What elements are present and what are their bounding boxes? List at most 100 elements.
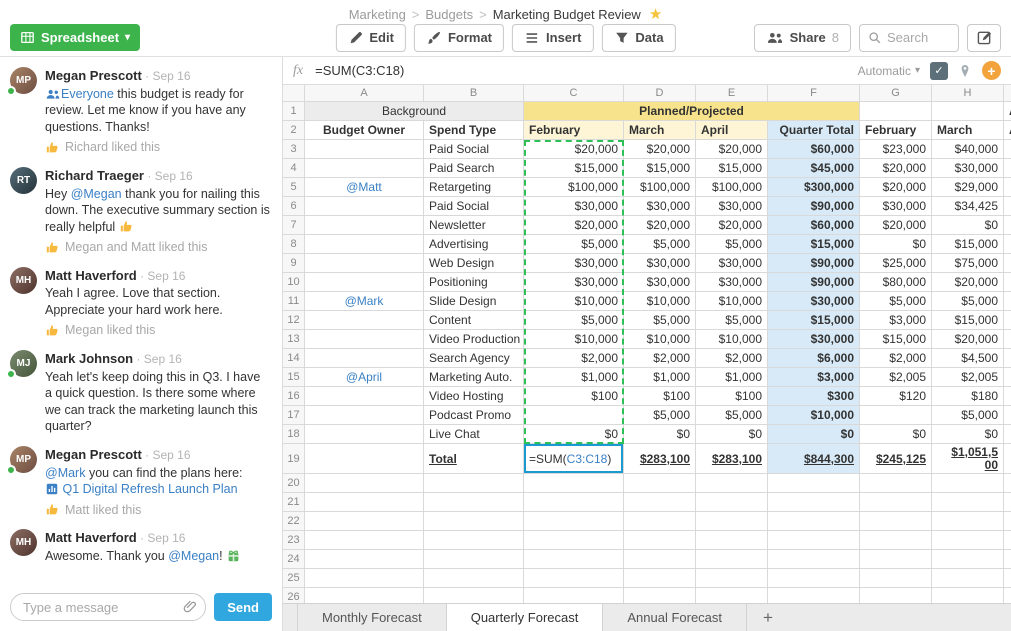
total-actual-march[interactable]: $1,051,500	[932, 444, 1004, 474]
column-header-B[interactable]: B	[424, 85, 524, 102]
cell-spend-type-13[interactable]: Video Production	[424, 330, 524, 349]
cell-actual-march-4[interactable]: $30,000	[932, 159, 1004, 178]
cell-spend-type-15[interactable]: Marketing Auto.	[424, 368, 524, 387]
column-header-G[interactable]: G	[860, 85, 932, 102]
mention-link[interactable]: @Megan	[168, 549, 219, 563]
cell-april-4[interactable]: $15,000	[696, 159, 768, 178]
cell-empty[interactable]	[860, 493, 932, 512]
group-header-planned-projected[interactable]: Planned/Projected	[524, 102, 860, 121]
row-header-6[interactable]: 6	[283, 197, 305, 216]
cell-february-3[interactable]: $20,000	[524, 140, 624, 159]
cell-owner-17[interactable]	[305, 406, 424, 425]
cell-empty[interactable]	[696, 512, 768, 531]
cell-empty[interactable]	[424, 531, 524, 550]
spreadsheet-menu-button[interactable]: Spreadsheet ▾	[10, 24, 140, 51]
column-header-F[interactable]: F	[768, 85, 860, 102]
cell-spend-type-17[interactable]: Podcast Promo	[424, 406, 524, 425]
cell-march-3[interactable]: $20,000	[624, 140, 696, 159]
cell-quarter-total-5[interactable]: $300,000	[768, 178, 860, 197]
cell-april-10[interactable]: $30,000	[696, 273, 768, 292]
cell-actual-february-3[interactable]: $23,000	[860, 140, 932, 159]
cell-spend-type-10[interactable]: Positioning	[424, 273, 524, 292]
cell-actual-february-18[interactable]: $0	[860, 425, 932, 444]
cell-owner-13[interactable]	[305, 330, 424, 349]
tab-quarterly-forecast[interactable]: Quarterly Forecast	[447, 604, 604, 631]
cell-partial-8[interactable]	[1004, 235, 1011, 254]
cell-february-10[interactable]: $30,000	[524, 273, 624, 292]
header-april[interactable]: April	[696, 121, 768, 140]
row-header-23[interactable]: 23	[283, 531, 305, 550]
cell-april-13[interactable]: $10,000	[696, 330, 768, 349]
cell-actual-march-9[interactable]: $75,000	[932, 254, 1004, 273]
cell-partial-6[interactable]	[1004, 197, 1011, 216]
cell-empty[interactable]	[860, 569, 932, 588]
row-header-2[interactable]: 2	[283, 121, 305, 140]
column-header-partial[interactable]	[1004, 85, 1011, 102]
cell-actual-february-11[interactable]: $5,000	[860, 292, 932, 311]
cell-empty[interactable]	[305, 512, 424, 531]
row-header-26[interactable]: 26	[283, 588, 305, 603]
header-spend-type[interactable]: Spend Type	[424, 121, 524, 140]
column-header-E[interactable]: E	[696, 85, 768, 102]
cell-owner-6[interactable]	[305, 197, 424, 216]
row-header-20[interactable]: 20	[283, 474, 305, 493]
row-header-9[interactable]: 9	[283, 254, 305, 273]
cell-partial-12[interactable]	[1004, 311, 1011, 330]
column-header-C[interactable]: C	[524, 85, 624, 102]
cell-empty[interactable]	[305, 531, 424, 550]
cell-march-4[interactable]: $15,000	[624, 159, 696, 178]
cell-actual-march-18[interactable]: $0	[932, 425, 1004, 444]
send-button[interactable]: Send	[214, 593, 272, 621]
cell-spend-type-3[interactable]: Paid Social	[424, 140, 524, 159]
cell-february-8[interactable]: $5,000	[524, 235, 624, 254]
cell-empty[interactable]	[1004, 493, 1011, 512]
cell-empty[interactable]	[932, 474, 1004, 493]
cell-quarter-total-7[interactable]: $60,000	[768, 216, 860, 235]
cell-empty[interactable]	[1004, 569, 1011, 588]
cell-H1[interactable]	[932, 102, 1004, 121]
star-icon[interactable]: ★	[649, 5, 662, 23]
cell-partial-16[interactable]	[1004, 387, 1011, 406]
cell-empty[interactable]	[624, 531, 696, 550]
cell-actual-march-11[interactable]: $5,000	[932, 292, 1004, 311]
cell-february-5[interactable]: $100,000	[524, 178, 624, 197]
cell-empty[interactable]	[932, 588, 1004, 603]
cell-empty[interactable]	[524, 474, 624, 493]
cell-actual-march-17[interactable]: $5,000	[932, 406, 1004, 425]
cell-empty[interactable]	[768, 569, 860, 588]
format-button[interactable]: Format	[414, 24, 504, 52]
cell-empty[interactable]	[524, 531, 624, 550]
cell-empty[interactable]	[624, 474, 696, 493]
cell-april-16[interactable]: $100	[696, 387, 768, 406]
cell-april-12[interactable]: $5,000	[696, 311, 768, 330]
cell-actual-march-7[interactable]: $0	[932, 216, 1004, 235]
cell-spend-type-11[interactable]: Slide Design	[424, 292, 524, 311]
tab-monthly-forecast[interactable]: Monthly Forecast	[297, 604, 447, 631]
cell-owner-5[interactable]: @Matt	[305, 178, 424, 197]
cell-owner-4[interactable]	[305, 159, 424, 178]
row-header-8[interactable]: 8	[283, 235, 305, 254]
cell-empty[interactable]	[696, 493, 768, 512]
compose-button[interactable]	[967, 24, 1001, 52]
cell-march-7[interactable]: $20,000	[624, 216, 696, 235]
cell-partial-5[interactable]	[1004, 178, 1011, 197]
cell-empty[interactable]	[696, 531, 768, 550]
cell-march-12[interactable]: $5,000	[624, 311, 696, 330]
cell-march-14[interactable]: $2,000	[624, 349, 696, 368]
formula-input[interactable]: =SUM(C3:C18)	[315, 63, 404, 78]
cell-empty[interactable]	[696, 550, 768, 569]
cell-quarter-total-14[interactable]: $6,000	[768, 349, 860, 368]
cell-february-6[interactable]: $30,000	[524, 197, 624, 216]
cell-spend-type-14[interactable]: Search Agency	[424, 349, 524, 368]
header-actual-february[interactable]: February	[860, 121, 932, 140]
cell-empty[interactable]	[1004, 531, 1011, 550]
checkbox-tool-icon[interactable]: ✓	[930, 62, 948, 80]
row-header-12[interactable]: 12	[283, 311, 305, 330]
cell-actual-march-3[interactable]: $40,000	[932, 140, 1004, 159]
cell-empty[interactable]	[305, 588, 424, 603]
cell-march-6[interactable]: $30,000	[624, 197, 696, 216]
paperclip-icon[interactable]	[183, 600, 197, 614]
cell-april-7[interactable]: $20,000	[696, 216, 768, 235]
cell-april-17[interactable]: $5,000	[696, 406, 768, 425]
row-header-21[interactable]: 21	[283, 493, 305, 512]
